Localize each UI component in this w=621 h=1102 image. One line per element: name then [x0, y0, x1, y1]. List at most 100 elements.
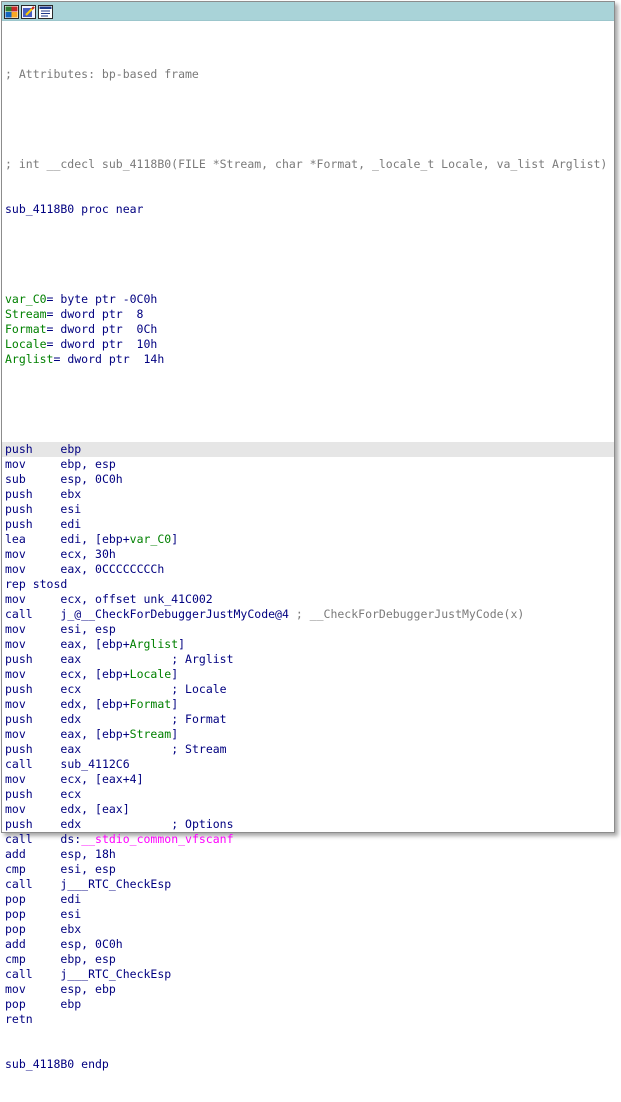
mnemonic: pop — [5, 892, 26, 906]
operands: ebp — [60, 442, 82, 456]
instruction-line[interactable]: push eax ; Arglist — [5, 652, 614, 667]
mnemonic: pop — [5, 997, 26, 1011]
text-view-icon[interactable] — [38, 4, 53, 19]
var-line: Format= dword ptr 0Ch — [5, 322, 614, 337]
var-def: = byte ptr -0C0h — [46, 292, 158, 306]
var-name[interactable]: Arglist — [5, 352, 53, 366]
operands: eax, 0CCCCCCCCh — [60, 562, 165, 576]
var-def: = dword ptr 8 — [46, 307, 144, 321]
var-name[interactable]: Locale — [5, 337, 47, 351]
instruction-line[interactable]: push ebx — [5, 487, 614, 502]
mnemonic: call — [5, 832, 33, 846]
operands: j___RTC_CheckEsp — [60, 877, 172, 891]
operands: sub_4112C6 — [60, 757, 130, 771]
operands: ] — [178, 637, 186, 651]
instruction-line[interactable]: mov ecx, offset unk_41C002 — [5, 592, 614, 607]
instruction-line[interactable]: push esi — [5, 502, 614, 517]
mnemonic: mov — [5, 622, 26, 636]
instruction-line[interactable]: pop edi — [5, 892, 614, 907]
edit-icon[interactable] — [21, 4, 36, 19]
instruction-line[interactable]: mov edx, [ebp+Format] — [5, 697, 614, 712]
operands: eax, [ebp+ — [60, 727, 130, 741]
instruction-line[interactable]: pop ebx — [5, 922, 614, 937]
instruction-line[interactable]: push edi — [5, 517, 614, 532]
mnemonic: sub — [5, 472, 26, 486]
var-line: Stream= dword ptr 8 — [5, 307, 614, 322]
instruction-line[interactable]: lea edi, [ebp+var_C0] — [5, 532, 614, 547]
disassembly-toolbar — [2, 2, 614, 21]
instruction-line[interactable]: push edx ; Format — [5, 712, 614, 727]
graph-view-icon[interactable] — [4, 4, 19, 19]
instruction-line[interactable]: add esp, 18h — [5, 847, 614, 862]
instruction-line[interactable]: mov edx, [eax] — [5, 802, 614, 817]
mnemonic: mov — [5, 637, 26, 651]
instruction-line[interactable]: push ecx ; Locale — [5, 682, 614, 697]
mnemonic: push — [5, 442, 33, 456]
instruction-line[interactable]: push ebp — [2, 442, 614, 457]
operands: j_@__CheckForDebuggerJustMyCode@4 — [60, 607, 289, 621]
instruction-line[interactable]: add esp, 0C0h — [5, 937, 614, 952]
instruction-line[interactable]: mov ecx, [ebp+Locale] — [5, 667, 614, 682]
var-name[interactable]: Stream — [5, 307, 47, 321]
instruction-line[interactable]: push edx ; Options — [5, 817, 614, 832]
operands: esi — [60, 907, 82, 921]
instruction-line[interactable]: cmp ebp, esp — [5, 952, 614, 967]
operands: edx — [60, 712, 82, 726]
operands: edx, [ebp+ — [60, 697, 130, 711]
var-line: var_C0= byte ptr -0C0h — [5, 292, 614, 307]
mnemonic: pop — [5, 907, 26, 921]
instruction-line[interactable]: mov ebp, esp — [5, 457, 614, 472]
instruction-line[interactable]: retn — [5, 1012, 614, 1027]
instruction-comment: ; Format — [171, 712, 227, 726]
var-line: Locale= dword ptr 10h — [5, 337, 614, 352]
mnemonic: add — [5, 937, 26, 951]
instruction-line[interactable]: pop esi — [5, 907, 614, 922]
instruction-line[interactable]: mov eax, [ebp+Arglist] — [5, 637, 614, 652]
instruction-line[interactable]: call j___RTC_CheckEsp — [5, 877, 614, 892]
instruction-line[interactable]: mov esp, ebp — [5, 982, 614, 997]
proc-end[interactable]: sub_4118B0 endp — [5, 1057, 614, 1072]
mnemonic: push — [5, 682, 33, 696]
instruction-line[interactable]: mov ecx, [eax+4] — [5, 772, 614, 787]
operand-import[interactable]: __stdio_common_vfscanf — [81, 832, 233, 846]
instruction-line[interactable]: pop ebp — [5, 997, 614, 1012]
operand-variable[interactable]: Format — [130, 697, 172, 711]
instruction-line[interactable]: mov ecx, 30h — [5, 547, 614, 562]
instruction-line[interactable]: mov esi, esp — [5, 622, 614, 637]
instruction-line[interactable]: sub esp, 0C0h — [5, 472, 614, 487]
mnemonic: call — [5, 877, 33, 891]
operands: ebx — [60, 922, 82, 936]
instruction-line[interactable]: mov eax, 0CCCCCCCCh — [5, 562, 614, 577]
instruction-list: push ebp mov ebp, esp sub esp, 0C0h push eb… — [2, 442, 614, 1027]
instruction-line[interactable]: push eax ; Stream — [5, 742, 614, 757]
mnemonic: push — [5, 652, 33, 666]
operand-variable[interactable]: Stream — [130, 727, 172, 741]
mnemonic: push — [5, 502, 33, 516]
var-name[interactable]: Format — [5, 322, 47, 336]
instruction-line[interactable]: call j_@__CheckForDebuggerJustMyCode@4 ;… — [5, 607, 614, 622]
operand-variable[interactable]: Arglist — [130, 637, 178, 651]
stack-variables: var_C0= byte ptr -0C0h Stream= dword ptr … — [5, 292, 614, 367]
mnemonic: mov — [5, 697, 26, 711]
instruction-line[interactable]: cmp esi, esp — [5, 862, 614, 877]
mnemonic: mov — [5, 592, 26, 606]
instruction-line[interactable]: push ecx — [5, 787, 614, 802]
mnemonic: mov — [5, 802, 26, 816]
mnemonic: push — [5, 517, 33, 531]
instruction-line[interactable]: call sub_4112C6 — [5, 757, 614, 772]
operands: ecx, [ebp+ — [60, 667, 130, 681]
var-name[interactable]: var_C0 — [5, 292, 47, 306]
instruction-line[interactable]: mov eax, [ebp+Stream] — [5, 727, 614, 742]
operands: ecx, 30h — [60, 547, 116, 561]
mnemonic: call — [5, 607, 33, 621]
operand-variable[interactable]: var_C0 — [130, 532, 172, 546]
operand-variable[interactable]: Locale — [130, 667, 172, 681]
mnemonic: cmp — [5, 952, 26, 966]
proc-start[interactable]: sub_4118B0 proc near — [5, 202, 614, 217]
instruction-line[interactable]: rep stosd — [5, 577, 614, 592]
instruction-comment: ; Locale — [171, 682, 227, 696]
mnemonic: mov — [5, 982, 26, 996]
instruction-line[interactable]: call j___RTC_CheckEsp — [5, 967, 614, 982]
mnemonic: pop — [5, 922, 26, 936]
